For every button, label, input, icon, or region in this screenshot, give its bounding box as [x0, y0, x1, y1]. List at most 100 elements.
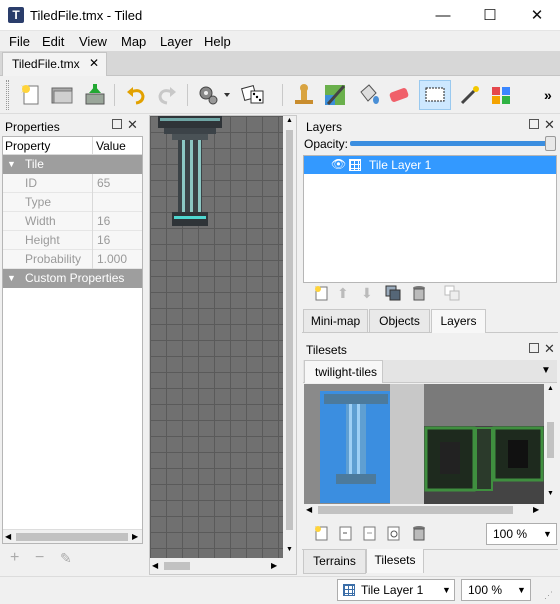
undo-icon[interactable] — [123, 82, 149, 108]
property-row[interactable]: ID 65 — [3, 174, 142, 193]
delete-tileset-icon[interactable] — [411, 524, 427, 542]
document-tab[interactable]: TiledFile.tmx ✕ — [2, 52, 107, 76]
menu-edit[interactable]: Edit — [42, 34, 64, 49]
map-canvas[interactable] — [150, 116, 283, 558]
terrain-brush-icon[interactable] — [322, 82, 348, 108]
scroll-up-arrow[interactable]: ▲ — [286, 117, 293, 124]
property-value[interactable]: 16 — [97, 231, 110, 250]
menu-view[interactable]: View — [79, 34, 107, 49]
resize-grip-icon[interactable]: ⋰ — [544, 590, 553, 601]
property-value[interactable]: 65 — [97, 174, 110, 193]
scroll-left-arrow[interactable]: ◀ — [5, 532, 11, 541]
scroll-thumb[interactable] — [164, 562, 190, 570]
close-panel-icon[interactable]: ✕ — [544, 118, 555, 131]
import-tileset-icon[interactable] — [337, 525, 353, 541]
menu-help[interactable]: Help — [204, 34, 231, 49]
maximize-button[interactable]: ☐ — [467, 0, 513, 31]
opacity-slider-track[interactable] — [350, 141, 552, 146]
layer-properties-icon[interactable] — [444, 285, 460, 301]
current-layer-combo[interactable]: Tile Layer 1 ▼ — [337, 579, 455, 601]
duplicate-layer-icon[interactable] — [385, 285, 401, 301]
stamp-brush-icon[interactable] — [291, 82, 317, 108]
close-panel-icon[interactable]: ✕ — [544, 342, 555, 355]
group-tile[interactable]: ▼ Tile — [3, 155, 142, 174]
toolbar-overflow-button[interactable]: » — [544, 87, 552, 103]
save-icon[interactable] — [82, 82, 108, 108]
scroll-thumb[interactable] — [286, 130, 293, 530]
random-dice-icon[interactable] — [240, 82, 266, 108]
property-row[interactable]: Height 16 — [3, 231, 142, 250]
tab-terrains[interactable]: Terrains — [303, 550, 366, 574]
edit-tileset-icon[interactable] — [385, 525, 401, 541]
new-file-icon[interactable] — [18, 82, 44, 108]
property-row[interactable]: Probability 1.000 — [3, 250, 142, 269]
properties-hscrollbar[interactable]: ◀ ▶ — [3, 529, 142, 543]
tileset-view[interactable] — [304, 384, 544, 504]
scroll-left-arrow[interactable]: ◀ — [306, 505, 312, 514]
remove-property-icon[interactable]: − — [35, 549, 44, 567]
redo-icon[interactable] — [154, 82, 180, 108]
property-row[interactable]: Type — [3, 193, 142, 212]
map-zoom-combo[interactable]: 100 % ▼ — [461, 579, 531, 601]
visibility-eye-icon[interactable]: 👁 — [331, 157, 346, 171]
group-custom-label: Custom Properties — [25, 271, 125, 285]
tileset-tab[interactable]: twilight-tiles — [304, 360, 383, 383]
layer-row[interactable]: 👁 Tile Layer 1 — [304, 156, 556, 174]
select-same-tile-icon[interactable] — [488, 82, 514, 108]
eraser-icon[interactable] — [386, 82, 412, 108]
tab-layers[interactable]: Layers — [431, 309, 486, 333]
bucket-fill-icon[interactable] — [355, 82, 381, 108]
map-vscrollbar[interactable]: ▲ ▼ — [283, 116, 296, 558]
command-gear-icon[interactable] — [196, 82, 230, 108]
scroll-thumb[interactable] — [16, 533, 128, 541]
tileset-image — [320, 384, 544, 504]
tab-tilesets[interactable]: Tilesets — [366, 549, 424, 573]
float-panel-icon[interactable] — [529, 343, 539, 353]
scroll-thumb[interactable] — [547, 422, 554, 458]
scroll-up-arrow[interactable]: ▲ — [547, 385, 554, 392]
column-divider — [92, 250, 93, 269]
menu-file[interactable]: File — [9, 34, 30, 49]
close-window-button[interactable]: ✕ — [514, 0, 560, 31]
export-tileset-icon[interactable] — [361, 525, 377, 541]
new-tileset-icon[interactable] — [313, 525, 329, 541]
opacity-slider-handle[interactable] — [545, 136, 556, 151]
menu-layer[interactable]: Layer — [160, 34, 193, 49]
raise-layer-icon[interactable]: ⬆ — [337, 285, 349, 302]
tilesets-title: Tilesets — [306, 343, 347, 357]
float-panel-icon[interactable] — [112, 119, 122, 129]
scroll-right-arrow[interactable]: ▶ — [271, 561, 277, 570]
property-row[interactable]: Width 16 — [3, 212, 142, 231]
scroll-right-arrow[interactable]: ▶ — [132, 532, 138, 541]
float-panel-icon[interactable] — [529, 119, 539, 129]
rectangle-select-button[interactable] — [419, 80, 451, 110]
scroll-left-arrow[interactable]: ◀ — [152, 561, 158, 570]
tileset-zoom-combo[interactable]: 100 % ▼ — [486, 523, 557, 545]
scroll-right-arrow[interactable]: ▶ — [533, 505, 539, 514]
scroll-down-arrow[interactable]: ▼ — [286, 546, 293, 553]
tileset-menu-chevron-icon[interactable]: ▼ — [541, 365, 551, 376]
lower-layer-icon[interactable]: ⬇ — [361, 285, 373, 302]
group-custom-properties[interactable]: ▼ Custom Properties — [3, 269, 142, 288]
delete-layer-icon[interactable] — [411, 284, 427, 302]
scroll-thumb[interactable] — [318, 506, 513, 514]
add-property-icon[interactable]: + — [10, 549, 19, 567]
tileset-vscrollbar[interactable]: ▲ ▼ — [544, 384, 557, 504]
magic-wand-icon[interactable] — [456, 82, 482, 108]
tab-objects[interactable]: Objects — [369, 309, 430, 333]
tileset-hscrollbar[interactable]: ◀ ▶ — [304, 504, 544, 516]
property-value[interactable]: 16 — [97, 212, 110, 231]
rename-property-icon[interactable]: ✎ — [60, 550, 72, 567]
chevron-down-icon: ▼ — [442, 585, 451, 595]
tab-mini-map[interactable]: Mini-map — [303, 309, 368, 333]
open-folder-icon[interactable] — [49, 82, 75, 108]
property-value[interactable]: 1.000 — [97, 250, 127, 269]
new-layer-icon[interactable] — [313, 285, 329, 301]
map-hscrollbar[interactable]: ◀ ▶ — [150, 558, 283, 574]
close-tab-icon[interactable]: ✕ — [89, 56, 99, 70]
menu-map[interactable]: Map — [121, 34, 146, 49]
scroll-down-arrow[interactable]: ▼ — [547, 490, 554, 497]
close-panel-icon[interactable]: ✕ — [127, 118, 138, 131]
minimize-button[interactable]: — — [420, 0, 466, 31]
tile-layer-icon — [349, 159, 361, 171]
